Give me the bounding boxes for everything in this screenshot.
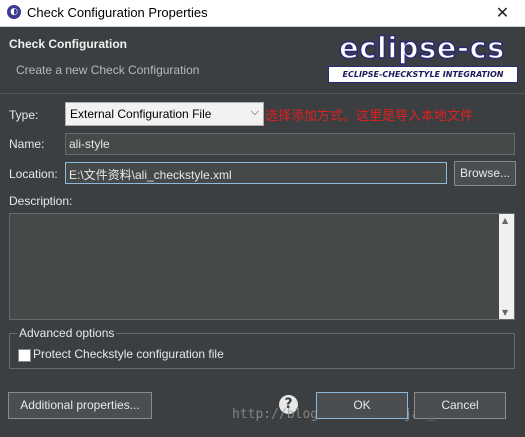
logo-tagline: ECLIPSE-CHECKSTYLE INTEGRATION: [328, 66, 518, 83]
banner-divider: [0, 93, 525, 94]
browse-button[interactable]: Browse...: [454, 161, 516, 186]
type-annotation: 选择添加方式。这里是导入本地文件: [265, 109, 474, 124]
location-field[interactable]: E:\文件资料\ali_checkstyle.xml: [65, 162, 447, 184]
description-label: Description:: [9, 194, 73, 208]
logo-wordmark: eclipse-cs: [338, 30, 505, 66]
dialog-subtitle: Create a new Check Configuration: [16, 63, 200, 77]
window-title: Check Configuration Properties: [27, 5, 208, 20]
type-select[interactable]: External Configuration File ⌵: [65, 102, 264, 126]
description-textarea[interactable]: ▲ ▼: [9, 213, 515, 320]
location-label: Location:: [9, 167, 58, 181]
scroll-down-icon[interactable]: ▼: [502, 308, 508, 317]
additional-properties-button[interactable]: Additional properties...: [8, 392, 152, 419]
name-field[interactable]: ali-style: [65, 133, 515, 155]
protect-config-checkbox[interactable]: [18, 349, 31, 362]
title-bar: ◐ Check Configuration Properties ✕: [0, 0, 525, 27]
advanced-options-group: Advanced options Protect Checkstyle conf…: [9, 326, 515, 369]
protect-config-label[interactable]: Protect Checkstyle configuration file: [33, 347, 224, 361]
eclipse-cs-logo: eclipse-cs ECLIPSE-CHECKSTYLE INTEGRATIO…: [324, 30, 520, 85]
ok-button[interactable]: OK: [316, 392, 408, 419]
advanced-options-legend: Advanced options: [17, 326, 117, 340]
cancel-button[interactable]: Cancel: [414, 392, 506, 419]
chevron-down-icon: ⌵: [250, 106, 259, 118]
description-scrollbar[interactable]: ▲ ▼: [499, 214, 514, 319]
name-label: Name:: [9, 137, 45, 151]
type-select-value: External Configuration File: [70, 107, 212, 121]
close-icon[interactable]: ✕: [480, 0, 525, 26]
scroll-up-icon[interactable]: ▲: [502, 216, 508, 225]
eclipse-app-icon: ◐: [7, 5, 21, 19]
dialog-heading: Check Configuration: [9, 37, 128, 51]
type-label: Type:: [9, 108, 39, 122]
dialog-banner: Check Configuration Create a new Check C…: [0, 27, 525, 93]
